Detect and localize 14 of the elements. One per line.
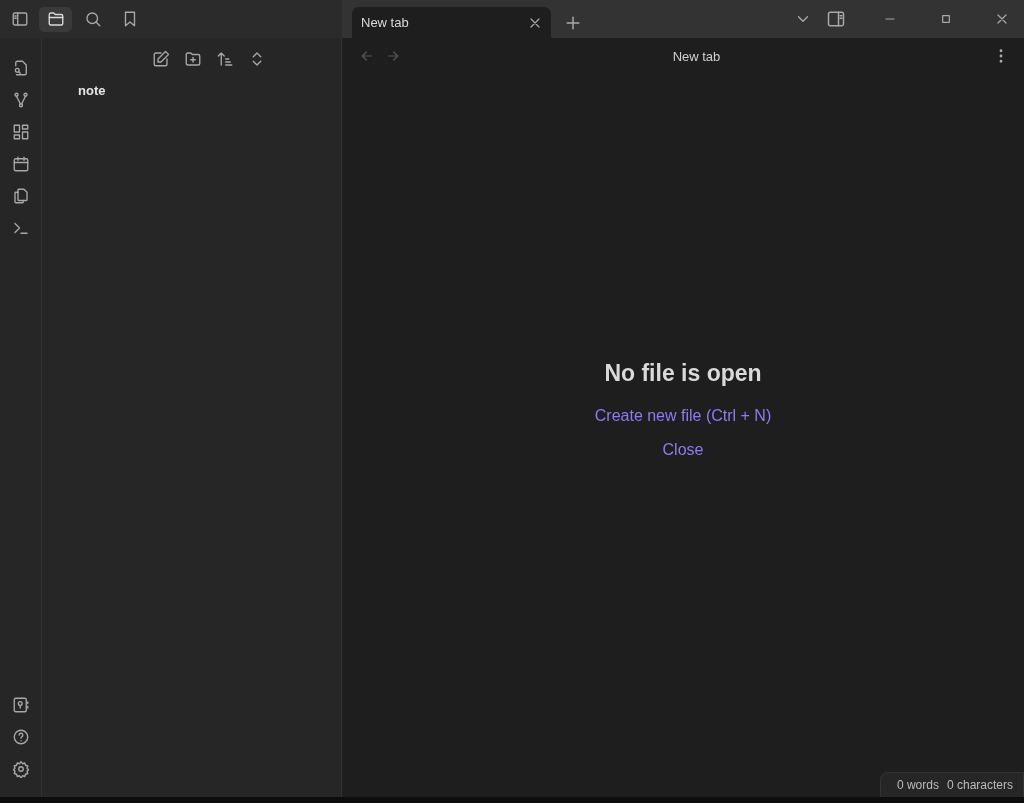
right-sidebar-toggle-icon[interactable] [826,9,846,29]
new-note-icon[interactable] [152,50,170,68]
new-folder-icon[interactable] [184,50,202,68]
sidebar-toggle-icon[interactable] [11,10,29,28]
empty-state-link[interactable]: Create new file (Ctrl + N) [594,407,772,425]
file-tree-item[interactable]: note [78,83,341,98]
character-count: 0 characters [946,778,1013,792]
sort-icon[interactable] [216,50,234,68]
tab[interactable]: New tab [352,7,551,38]
view-title: New tab [671,48,722,64]
empty-state-heading: No file is open [604,360,762,387]
empty-state-link[interactable]: Close [662,441,704,459]
word-count: 0 words [896,778,939,792]
files-tab-folder-icon[interactable] [39,6,72,32]
